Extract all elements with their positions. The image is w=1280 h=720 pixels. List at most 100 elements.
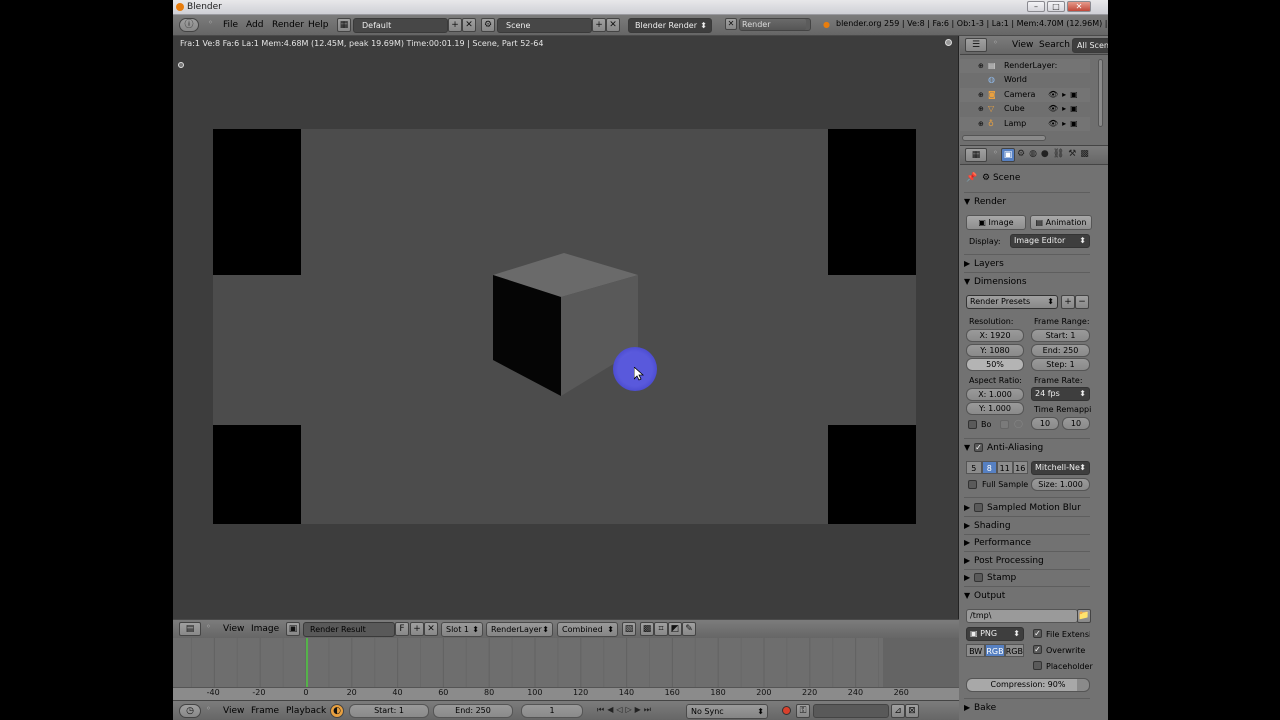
maximize-button[interactable]: □ [1047,1,1065,12]
render-tab-icon[interactable]: ▣ [1001,148,1015,162]
aa-samples-5[interactable]: 5 [966,461,982,474]
editor-type-icon[interactable]: ⓘ [179,18,199,32]
section-bake[interactable]: ▶ Bake [964,700,1094,716]
resolution-percent-slider[interactable]: 50% [966,358,1024,371]
add-preset-button[interactable]: + [1061,295,1075,309]
close-button[interactable]: ✕ [1067,1,1091,12]
collapse-menu-icon[interactable]: ◦ [993,38,998,47]
aa-filter-dropdown[interactable]: Mitchell-Ne ⬍ [1031,461,1090,475]
keying-set-field[interactable] [813,704,889,718]
outliner-scrollbar[interactable] [1098,59,1103,127]
menu-image[interactable]: Image [251,622,279,637]
timeline-ruler[interactable]: -40 -20 0 20 40 60 80 100 120 140 160 180 200 220 240 2… [173,687,959,700]
properties-panel[interactable]: 📌 ⚙ Scene ▼ Render ▣ Image ▤ Animation Di… [960,165,1108,720]
expand-icon[interactable]: ⊕ [978,102,984,116]
paint-icon[interactable]: ✎ [682,622,696,636]
properties-tabs[interactable]: ⚙◍●⛓⚒▩ [1017,149,1093,159]
frame-start-field[interactable]: Start: 1 [1031,329,1090,342]
collapse-menu-icon[interactable]: ◦ [993,148,998,157]
visibility-icons[interactable]: 👁▸▣ [1048,88,1082,102]
sample-line-icon[interactable]: ◩ [668,622,682,636]
scene-field[interactable]: Scene [497,18,592,33]
color-mode-rgba[interactable]: RGB [1004,644,1024,657]
menu-view[interactable]: View [1012,38,1033,53]
remove-preset-button[interactable]: − [1075,295,1089,309]
image-editor-viewport[interactable]: Fra:1 Ve:8 Fa:6 La:1 Mem:4.68M (12.45M, … [173,36,959,619]
frame-step-field[interactable]: Step: 1 [1031,358,1090,371]
slot-dropdown[interactable]: Slot 1 ⬍ [441,622,483,637]
image-name-field[interactable]: Render Result [303,622,395,637]
display-mode-dropdown[interactable]: All Scen [1072,38,1108,53]
playback-controls[interactable]: ⏮◀◁▷▶⏭ [597,705,654,715]
aa-size-field[interactable]: Size: 1.000 [1031,478,1090,491]
menu-search[interactable]: Search [1039,38,1070,53]
file-format-dropdown[interactable]: ▣ PNG ⬍ [966,627,1024,641]
corner-widget-icon[interactable] [178,62,184,68]
section-post-processing[interactable]: ▶ Post Processing [964,553,1094,569]
start-frame-field[interactable]: Start: 1 [349,704,429,718]
collapse-menu-icon[interactable]: ◦ [206,704,211,713]
compression-slider[interactable]: Compression: 90% [966,678,1090,692]
browse-folder-icon[interactable]: 📁 [1077,609,1091,623]
color-mode-bw[interactable]: BW [966,644,986,657]
collapse-menu-icon[interactable]: ◦ [208,18,213,27]
outliner-row[interactable]: ⊕ ▽ Cube 👁▸▣ [960,102,1090,116]
collapse-menu-icon[interactable]: ◦ [206,622,211,631]
outliner-row[interactable]: ⊕ ♁ Lamp 👁▸▣ [960,117,1090,131]
section-shading[interactable]: ▶ Shading [964,518,1094,534]
frame-rate-dropdown[interactable]: 24 fps ⬍ [1031,387,1090,401]
editor-type-icon[interactable]: ◷ [179,704,201,718]
aa-samples-11[interactable]: 11 [997,461,1013,474]
add-scene-button[interactable]: + [592,18,606,32]
frame-end-field[interactable]: End: 250 [1031,344,1090,357]
render-presets-dropdown[interactable]: Render Presets ⬍ [966,295,1058,309]
motion-blur-checkbox[interactable] [974,503,983,512]
crop-checkbox[interactable] [1000,420,1009,429]
new-image-button[interactable]: + [410,622,424,636]
display-channels-icon[interactable]: ▧ [622,622,636,636]
render-animation-button[interactable]: ▤ Animation [1030,215,1092,230]
aa-samples-group[interactable]: 5 8 11 16 [966,461,1028,474]
preview-range-icon[interactable]: ◐ [330,704,344,718]
delete-screen-button[interactable]: ✕ [462,18,476,32]
menu-render[interactable]: Render [272,18,304,33]
sync-dropdown[interactable]: No Sync ⬍ [686,704,768,719]
scene-icon[interactable]: ⚙ [481,18,495,32]
aspect-y-field[interactable]: Y: 1.000 [966,402,1024,415]
outliner-row[interactable]: ⊕ ◙ Camera 👁▸▣ [960,88,1090,102]
insert-keyframe-icon[interactable]: ⊿ [891,704,905,718]
color-mode-rgb[interactable]: RGB [985,644,1005,657]
pin-icon[interactable]: 📌 [966,173,977,183]
section-sampled-motion-blur[interactable]: ▶ Sampled Motion Blur [964,500,1094,516]
aa-samples-16[interactable]: 16 [1012,461,1028,474]
outliner-hscrollbar[interactable] [962,135,1046,141]
resolution-x-field[interactable]: X: 1920 [966,329,1024,342]
delete-scene-button[interactable]: ✕ [606,18,620,32]
display-dropdown[interactable]: Image Editor ⬍ [1010,234,1090,248]
unlink-image-button[interactable]: ✕ [424,622,438,636]
expand-icon[interactable]: ⊕ [978,88,984,102]
border-checkbox[interactable] [968,420,977,429]
cancel-render-button[interactable]: ✕ [725,18,737,30]
current-frame-indicator[interactable] [306,638,308,687]
time-remap-new-field[interactable]: 10 [1062,417,1090,430]
placeholders-checkbox[interactable] [1033,661,1042,670]
section-render[interactable]: ▼ Render [964,194,1094,210]
aspect-x-field[interactable]: X: 1.000 [966,388,1024,401]
section-layers[interactable]: ▶ Layers [964,256,1094,272]
visibility-icons[interactable]: 👁▸▣ [1048,102,1082,116]
editor-type-icon[interactable]: ☰ [965,38,987,52]
expand-icon[interactable]: ⊕ [978,59,984,73]
resolution-y-field[interactable]: Y: 1080 [966,344,1024,357]
section-output[interactable]: ▼ Output [964,588,1094,604]
color-mode-group[interactable]: BW RGB RGB [966,644,1024,657]
file-extension-checkbox[interactable]: ✓ [1033,629,1042,638]
outliner-panel[interactable]: ⊕ ▤ RenderLayer: ◍ World ⊕ ◙ Camera 👁▸▣ … [960,55,1108,145]
area-split-widget-icon[interactable] [945,39,952,46]
delete-keyframe-icon[interactable]: ⊠ [905,704,919,718]
menu-add[interactable]: Add [246,18,263,33]
minimize-button[interactable]: – [1027,1,1045,12]
visibility-icons[interactable]: 👁▸▣ [1048,117,1082,131]
render-engine-dropdown[interactable]: Blender Render ⬍ [628,18,712,33]
keying-set-icon[interactable]: ⚿ [796,704,810,718]
